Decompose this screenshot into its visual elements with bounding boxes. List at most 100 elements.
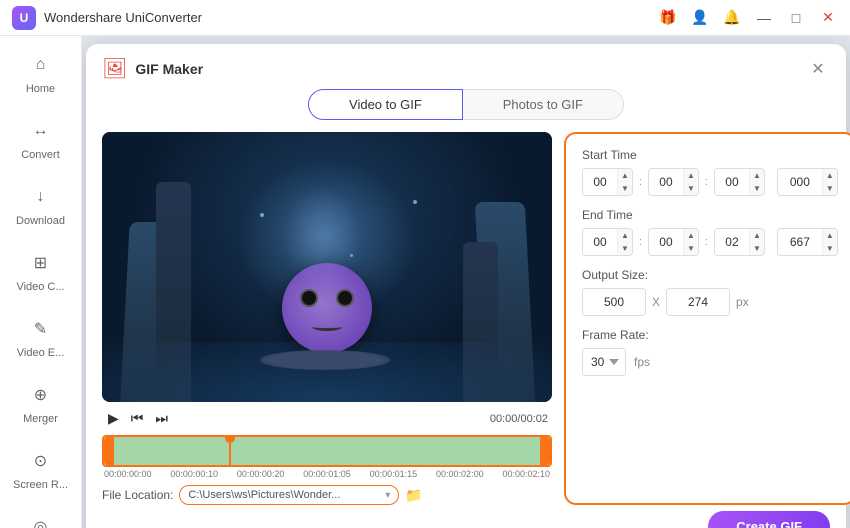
width-input[interactable] — [582, 288, 646, 316]
create-gif-button[interactable]: Create GIF — [708, 511, 830, 528]
file-path-box[interactable]: C:\Users\ws\Pictures\Wonder... ▾ — [179, 485, 399, 505]
end-seconds-up[interactable]: ▲ — [750, 229, 764, 242]
merger-icon: ⊕ — [27, 381, 55, 409]
timeline-track[interactable] — [102, 435, 552, 467]
sidebar-label-download: Download — [16, 215, 65, 227]
creature-mouth — [312, 323, 342, 331]
start-seconds-input[interactable] — [715, 169, 749, 195]
start-time-ms: ▲ ▼ — [777, 168, 838, 196]
tab-photos-to-gif[interactable]: Photos to GIF — [463, 89, 624, 120]
settings-panel: Start Time ▲ ▼ : — [564, 132, 850, 505]
prev-button[interactable]: ⏮ — [129, 408, 146, 429]
start-ms-down[interactable]: ▼ — [823, 182, 837, 195]
file-path-chevron-icon[interactable]: ▾ — [385, 490, 390, 501]
end-minutes-up[interactable]: ▲ — [684, 229, 698, 242]
close-button[interactable]: ✕ — [818, 8, 838, 28]
end-ms-down[interactable]: ▼ — [823, 242, 837, 255]
ts-4: 00:00:01:15 — [370, 469, 418, 479]
sidebar-label-video-edit: Video E... — [17, 347, 65, 359]
tab-video-to-gif[interactable]: Video to GIF — [308, 89, 463, 120]
start-minutes-down[interactable]: ▼ — [684, 182, 698, 195]
fps-row: 10 15 20 24 25 30 60 fps — [582, 348, 838, 376]
gift-icon[interactable]: 🎁 — [658, 8, 678, 28]
end-hours-input[interactable] — [583, 229, 617, 255]
create-gif-row: Create GIF — [86, 511, 846, 528]
fps-unit-label: fps — [634, 355, 650, 369]
user-icon[interactable]: 👤 — [690, 8, 710, 28]
main-area: ⌂ Home ↔ Convert ↓ Download ⊞ Video C...… — [0, 36, 850, 528]
gif-maker-panel: 🖼 GIF Maker ✕ Video to GIF Photos to GIF — [86, 44, 846, 528]
start-hours-down[interactable]: ▼ — [618, 182, 632, 195]
rock-platform — [260, 350, 390, 370]
end-time-hours: ▲ ▼ — [582, 228, 633, 256]
creature-eye-right — [336, 289, 354, 307]
end-time-fields: ▲ ▼ : ▲ ▼ — [582, 228, 838, 256]
ts-3: 00:00:01:05 — [303, 469, 351, 479]
start-seconds-down[interactable]: ▼ — [750, 182, 764, 195]
end-time-ms: ▲ ▼ — [777, 228, 838, 256]
sidebar: ⌂ Home ↔ Convert ↓ Download ⊞ Video C...… — [0, 36, 82, 528]
output-size-section: Output Size: X px — [582, 268, 838, 316]
end-seconds-input[interactable] — [715, 229, 749, 255]
size-row: X px — [582, 288, 838, 316]
sidebar-item-screen-recorder[interactable]: ⊙ Screen R... — [6, 437, 75, 501]
start-time-section: Start Time ▲ ▼ : — [582, 148, 838, 196]
end-hours-up[interactable]: ▲ — [618, 229, 632, 242]
convert-icon: ↔ — [27, 117, 55, 145]
app-logo: U — [12, 6, 36, 30]
sidebar-item-video-edit[interactable]: ✎ Video E... — [6, 305, 75, 369]
end-minutes-input[interactable] — [649, 229, 683, 255]
sidebar-label-convert: Convert — [21, 149, 60, 161]
next-button[interactable]: ⏭ — [153, 408, 170, 429]
sidebar-label-screen-recorder: Screen R... — [13, 479, 68, 491]
fps-select[interactable]: 10 15 20 24 25 30 60 — [582, 348, 626, 376]
end-ms-up[interactable]: ▲ — [823, 229, 837, 242]
start-time-fields: ▲ ▼ : ▲ ▼ — [582, 168, 838, 196]
download-icon: ↓ — [27, 183, 55, 211]
start-ms-up[interactable]: ▲ — [823, 169, 837, 182]
sidebar-label-home: Home — [26, 83, 55, 95]
file-location-row: File Location: C:\Users\ws\Pictures\Wond… — [102, 485, 552, 505]
video-edit-icon: ✎ — [27, 315, 55, 343]
timeline-right-marker[interactable] — [540, 437, 550, 465]
end-minutes-down[interactable]: ▼ — [684, 242, 698, 255]
sidebar-item-download[interactable]: ↓ Download — [6, 173, 75, 237]
sidebar-item-merger[interactable]: ⊕ Merger — [6, 371, 75, 435]
end-time-section: End Time ▲ ▼ : — [582, 208, 838, 256]
end-seconds-down[interactable]: ▼ — [750, 242, 764, 255]
ts-2: 00:00:00:20 — [237, 469, 285, 479]
start-seconds-up[interactable]: ▲ — [750, 169, 764, 182]
height-input[interactable] — [666, 288, 730, 316]
sidebar-item-dvd[interactable]: ◎ DVD Bu... — [6, 503, 75, 528]
start-minutes-input[interactable] — [649, 169, 683, 195]
magic-glow — [282, 186, 362, 286]
sidebar-item-convert[interactable]: ↔ Convert — [6, 107, 75, 171]
timeline-needle[interactable] — [229, 435, 231, 467]
home-icon: ⌂ — [27, 51, 55, 79]
video-compress-icon: ⊞ — [27, 249, 55, 277]
start-ms-input[interactable] — [778, 169, 822, 195]
start-hours-input[interactable] — [583, 169, 617, 195]
particle3 — [413, 200, 417, 204]
end-time-minutes: ▲ ▼ — [648, 228, 699, 256]
titlebar-icons: 🎁 👤 🔔 — □ ✕ — [658, 8, 838, 28]
particle2 — [350, 254, 353, 257]
timeline-area[interactable]: 00:00:00:00 00:00:00:10 00:00:00:20 00:0… — [102, 435, 552, 479]
gif-maker-close-button[interactable]: ✕ — [806, 57, 830, 81]
maximize-button[interactable]: □ — [786, 8, 806, 28]
sidebar-label-video-compress: Video C... — [16, 281, 64, 293]
timeline-left-marker[interactable] — [104, 437, 114, 465]
file-folder-button[interactable]: 📁 — [405, 487, 422, 504]
start-hours-up[interactable]: ▲ — [618, 169, 632, 182]
start-hours-spinners: ▲ ▼ — [617, 169, 632, 195]
end-time-label: End Time — [582, 208, 838, 222]
start-minutes-up[interactable]: ▲ — [684, 169, 698, 182]
play-button[interactable]: ▶ — [106, 408, 121, 429]
bell-icon[interactable]: 🔔 — [722, 8, 742, 28]
end-hours-down[interactable]: ▼ — [618, 242, 632, 255]
minimize-button[interactable]: — — [754, 8, 774, 28]
sidebar-label-merger: Merger — [23, 413, 58, 425]
sidebar-item-video-compress[interactable]: ⊞ Video C... — [6, 239, 75, 303]
sidebar-item-home[interactable]: ⌂ Home — [6, 41, 75, 105]
end-ms-input[interactable] — [778, 229, 822, 255]
